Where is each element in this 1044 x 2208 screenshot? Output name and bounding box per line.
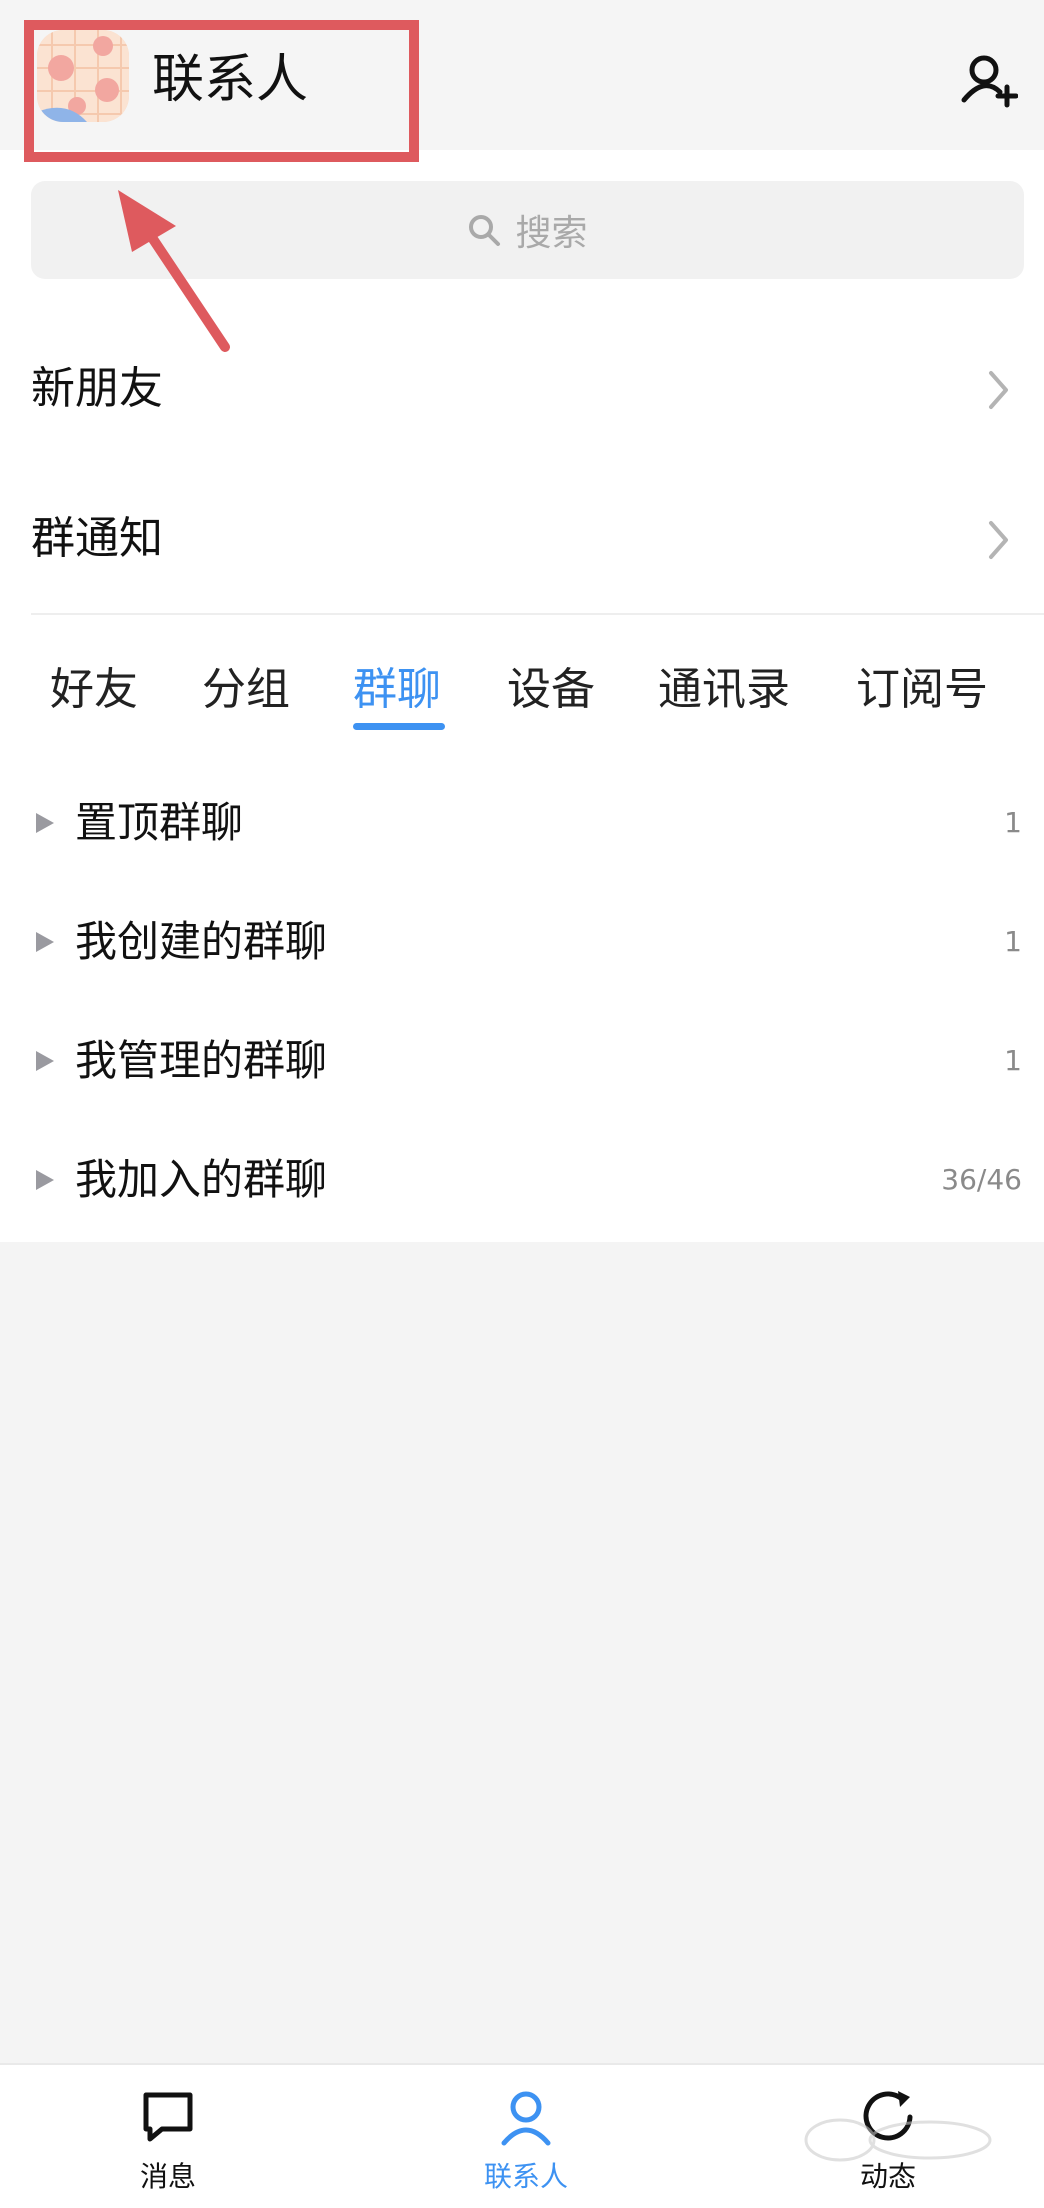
chat-bubble-icon xyxy=(143,2092,193,2142)
row-label: 群通知 xyxy=(31,513,163,564)
nav-messages[interactable]: 消息 xyxy=(68,2065,268,2208)
expand-triangle-icon xyxy=(36,932,54,952)
group-section-count: 1 xyxy=(1004,925,1022,958)
add-user-icon[interactable] xyxy=(960,52,1019,110)
search-icon xyxy=(469,215,501,246)
expand-triangle-icon xyxy=(36,1051,54,1071)
watermark-logo-icon xyxy=(804,2118,992,2162)
nav-label: 联系人 xyxy=(483,2160,568,2193)
group-section-label: 我加入的群聊 xyxy=(75,1155,328,1204)
group-notice-row[interactable]: 群通知 xyxy=(0,465,1044,615)
tab-address-book[interactable]: 通讯录 xyxy=(658,655,790,725)
nav-label: 消息 xyxy=(139,2160,196,2193)
group-section-pinned[interactable]: 置顶群聊 1 xyxy=(0,765,1044,883)
annotation-arrow-icon xyxy=(118,190,230,352)
group-section-count: 36/46 xyxy=(941,1163,1022,1196)
row-label: 新朋友 xyxy=(31,363,163,414)
nav-contacts[interactable]: 联系人 xyxy=(426,2065,626,2208)
group-section-count: 1 xyxy=(1004,1044,1022,1077)
tab-subscriptions[interactable]: 订阅号 xyxy=(856,655,988,725)
group-section-count: 1 xyxy=(1004,806,1022,839)
group-section-managed[interactable]: 我管理的群聊 1 xyxy=(0,1003,1044,1121)
expand-triangle-icon xyxy=(36,813,54,833)
group-section-label: 置顶群聊 xyxy=(75,798,244,847)
search-placeholder: 搜索 xyxy=(515,213,588,254)
expand-triangle-icon xyxy=(36,1170,54,1190)
tab-friends[interactable]: 好友 xyxy=(50,655,138,725)
contact-tabs: 好友 分组 群聊 设备 通讯录 订阅号 xyxy=(0,655,1044,735)
tab-groups[interactable]: 分组 xyxy=(202,655,290,725)
group-section-created[interactable]: 我创建的群聊 1 xyxy=(0,884,1044,1002)
group-section-label: 我创建的群聊 xyxy=(75,917,328,966)
group-section-label: 我管理的群聊 xyxy=(75,1036,328,1085)
chevron-right-icon xyxy=(989,521,1008,559)
tab-group-chats[interactable]: 群聊 xyxy=(353,655,441,725)
chevron-right-icon xyxy=(989,371,1008,409)
group-section-joined[interactable]: 我加入的群聊 36/46 xyxy=(0,1122,1044,1240)
annotation-highlight-box xyxy=(24,20,419,162)
tab-devices[interactable]: 设备 xyxy=(507,655,595,725)
divider xyxy=(31,613,1044,615)
active-tab-indicator xyxy=(353,723,445,730)
person-icon xyxy=(501,2091,551,2146)
